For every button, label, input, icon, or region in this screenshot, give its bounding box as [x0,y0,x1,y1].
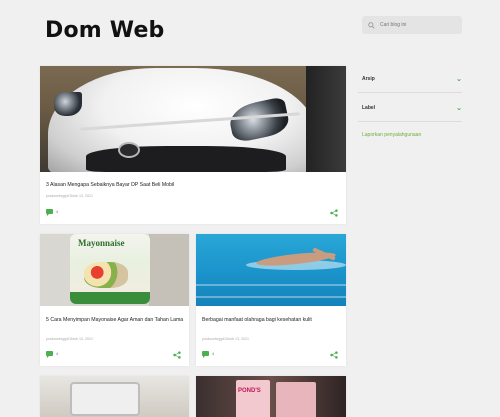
comment-count[interactable]: 4 [46,351,59,358]
post-date: poskcontegg4Oktob 13, 2021 [46,194,93,198]
sidebar-labels-label: Label [362,105,376,111]
blog-title[interactable]: Dom Web [45,18,165,43]
post-image[interactable]: Mayonnaise [40,234,189,306]
comment-icon [46,209,53,216]
share-icon[interactable] [173,351,181,359]
comment-icon [202,351,209,358]
post-card[interactable]: Berbagai manfaat olahraga bagi kesehatan… [196,234,346,366]
comment-count-value: 4 [56,351,59,356]
sidebar-labels[interactable]: Label ⌄ [362,101,462,115]
mayo-image-text: Mayonnaise [78,238,125,248]
report-abuse-link[interactable]: Laporkan penyalahgunaan [362,132,421,138]
search-input[interactable] [380,22,460,28]
comment-icon [46,351,53,358]
post-image[interactable]: POND'S [196,376,346,417]
post-title[interactable]: Berbagai manfaat olahraga bagi kesehatan… [202,316,342,324]
sidebar-archive[interactable]: Arsip ⌄ [362,72,462,86]
post-image[interactable] [196,234,346,306]
post-image[interactable] [40,66,346,172]
post-card[interactable] [40,376,189,417]
chevron-down-icon: ⌄ [456,104,462,112]
ponds-image-text: POND'S [238,388,261,394]
post-image[interactable] [40,376,189,417]
sidebar-divider [358,92,462,93]
post-title[interactable]: 5 Cara Menyimpan Mayonaise Agar Aman dan… [46,316,186,324]
chevron-down-icon: ⌄ [456,75,462,83]
comment-count[interactable]: 4 [46,209,59,216]
comment-count[interactable]: 4 [202,351,215,358]
post-card[interactable]: POND'S [196,376,346,417]
post-title[interactable]: 3 Alasan Mengapa Sebaiknya Bayar DP Saat… [46,181,174,189]
sidebar-divider [358,121,462,122]
post-date: poskcontegg4Oktob 13, 2021 [202,337,249,341]
post-card[interactable]: Mayonnaise 5 Cara Menyimpan Mayonaise Ag… [40,234,189,366]
sidebar-archive-label: Arsip [362,76,375,82]
post-date: poskcontegg4Oktob 13, 2021 [46,337,93,341]
search-icon [368,21,375,29]
search-box[interactable] [362,16,462,34]
post-card-featured[interactable]: 3 Alasan Mengapa Sebaiknya Bayar DP Saat… [40,66,346,224]
comment-count-value: 4 [56,209,59,214]
share-icon[interactable] [330,209,338,217]
comment-count-value: 4 [212,351,215,356]
share-icon[interactable] [330,351,338,359]
